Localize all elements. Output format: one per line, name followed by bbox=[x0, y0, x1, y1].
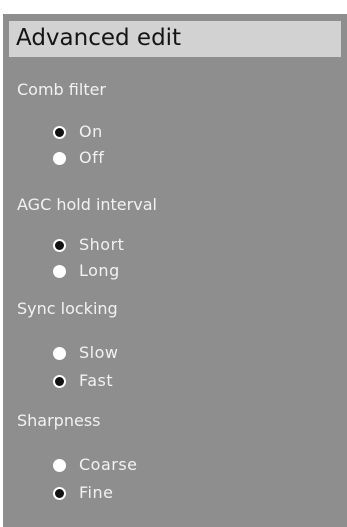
option-label: Coarse bbox=[79, 455, 138, 474]
radio-button[interactable] bbox=[53, 125, 66, 139]
option-label: Fine bbox=[79, 483, 114, 502]
agc-hold-interval-label: AGC hold interval bbox=[17, 195, 157, 214]
option-label: Off bbox=[79, 148, 105, 167]
comb-filter-on-option[interactable]: On bbox=[53, 120, 253, 144]
option-label: Slow bbox=[79, 343, 119, 362]
sync-fast-option[interactable]: Fast bbox=[53, 369, 253, 393]
option-label: On bbox=[79, 122, 103, 141]
title-bar: Advanced edit bbox=[9, 21, 341, 57]
radio-button[interactable] bbox=[53, 458, 66, 472]
option-label: Long bbox=[79, 261, 120, 280]
sync-slow-option[interactable]: Slow bbox=[53, 341, 253, 365]
sharpness-coarse-option[interactable]: Coarse bbox=[53, 453, 253, 477]
option-label: Fast bbox=[79, 371, 114, 390]
comb-filter-off-option[interactable]: Off bbox=[53, 146, 253, 170]
sharpness-fine-option[interactable]: Fine bbox=[53, 481, 253, 505]
radio-button[interactable] bbox=[53, 264, 66, 278]
radio-button[interactable] bbox=[53, 346, 66, 360]
agc-long-option[interactable]: Long bbox=[53, 259, 253, 283]
agc-short-option[interactable]: Short bbox=[53, 233, 253, 257]
radio-button[interactable] bbox=[53, 151, 66, 165]
radio-button[interactable] bbox=[53, 374, 66, 388]
radio-button[interactable] bbox=[53, 238, 66, 252]
option-label: Short bbox=[79, 235, 125, 254]
radio-button[interactable] bbox=[53, 486, 66, 500]
comb-filter-label: Comb filter bbox=[17, 80, 107, 99]
sharpness-label: Sharpness bbox=[17, 411, 101, 430]
advanced-edit-panel: Advanced edit Comb filter On Off AGC hol… bbox=[3, 14, 347, 527]
page-title: Advanced edit bbox=[16, 25, 182, 51]
sync-locking-label: Sync locking bbox=[17, 299, 118, 318]
